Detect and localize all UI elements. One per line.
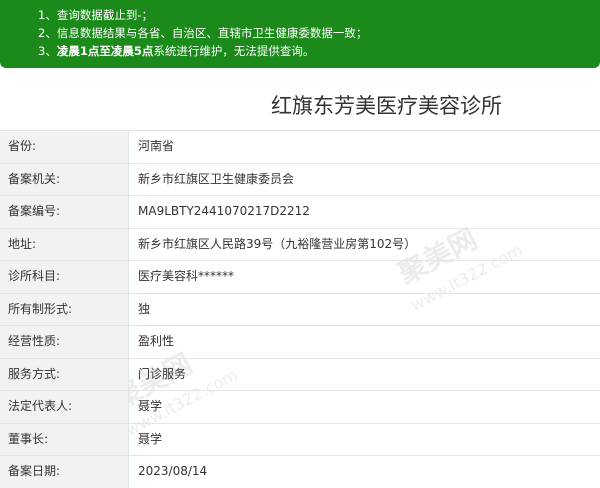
table-row: 备案日期: 2023/08/14 [0,455,600,488]
column-divider [128,391,129,423]
notice-banner: 1、查询数据截止到-； 2、信息数据结果与各省、自治区、直辖市卫生健康委数据一致… [0,0,600,68]
notice-line-3-prefix: 3、 [38,44,57,58]
clinic-title: 红旗东芳美医疗美容诊所 [271,94,502,118]
field-value: 门诊服务 [138,366,187,381]
field-label: 备案编号: [0,196,128,228]
field-value: 2023/08/14 [138,464,208,478]
clinic-title-wrap: 红旗东芳美医疗美容诊所 [0,90,600,122]
field-label: 备案机关: [0,163,128,195]
column-divider [128,131,129,163]
table-row: 法定代表人: 聂学 [0,390,600,423]
field-value: 新乡市红旗区卫生健康委员会 [138,171,295,186]
field-label: 董事长: [0,423,128,455]
table-row: 地址: 新乡市红旗区人民路39号（九裕隆营业房第102号） [0,227,600,260]
field-value: 盈利性 [138,334,175,348]
table-row: 经营性质: 盈利性 [0,325,600,358]
field-label: 经营性质: [0,326,128,358]
column-divider [128,456,129,488]
field-value: 医疗美容科****** [138,269,235,283]
column-divider [128,293,129,325]
field-value: 聂学 [138,399,163,413]
record-table: 省份: 河南省 备案机关: 新乡市红旗区卫生健康委员会 备案编号: MA9LBTY2441… [0,130,600,488]
notice-line-3-suffix: 系统进行维护，无法提供查询。 [153,44,315,58]
column-divider [128,261,129,293]
table-row: 所有制形式: 独 [0,292,600,325]
field-value: 河南省 [138,139,175,153]
field-value: 新乡市红旗区人民路39号（九裕隆营业房第102号） [138,236,417,251]
notice-line-1: 1、查询数据截止到-； [38,8,153,22]
notice-line-2: 2、信息数据结果与各省、自治区、直辖市卫生健康委数据一致； [38,26,368,40]
table-row: 诊所科目: 医疗美容科****** [0,260,600,293]
table-row: 备案机关: 新乡市红旗区卫生健康委员会 [0,162,600,195]
column-divider [128,423,129,455]
field-label: 省份: [0,131,128,163]
field-label: 所有制形式: [0,293,128,325]
field-value: 独 [138,301,151,316]
field-label: 服务方式: [0,358,128,390]
column-divider [128,163,129,195]
field-label: 法定代表人: [0,391,128,423]
column-divider [128,326,129,358]
column-divider [128,228,129,260]
field-value: 聂学 [138,431,163,446]
notice-maintenance-time: 凌晨1点至凌晨5点 [56,44,154,58]
table-row: 省份: 河南省 [0,130,600,163]
field-value: MA9LBTY2441070217D2212 [138,204,310,218]
table-row: 备案编号: MA9LBTY2441070217D2212 [0,195,600,228]
column-divider [128,196,129,228]
table-row: 服务方式: 门诊服务 [0,357,600,390]
notice-line-3: 3、凌晨1点至凌晨5点系统进行维护，无法提供查询。 [38,42,600,60]
field-label: 地址: [0,228,128,260]
field-label: 备案日期: [0,456,128,488]
column-divider [128,358,129,390]
table-row: 董事长: 聂学 [0,422,600,455]
field-label: 诊所科目: [0,261,128,293]
